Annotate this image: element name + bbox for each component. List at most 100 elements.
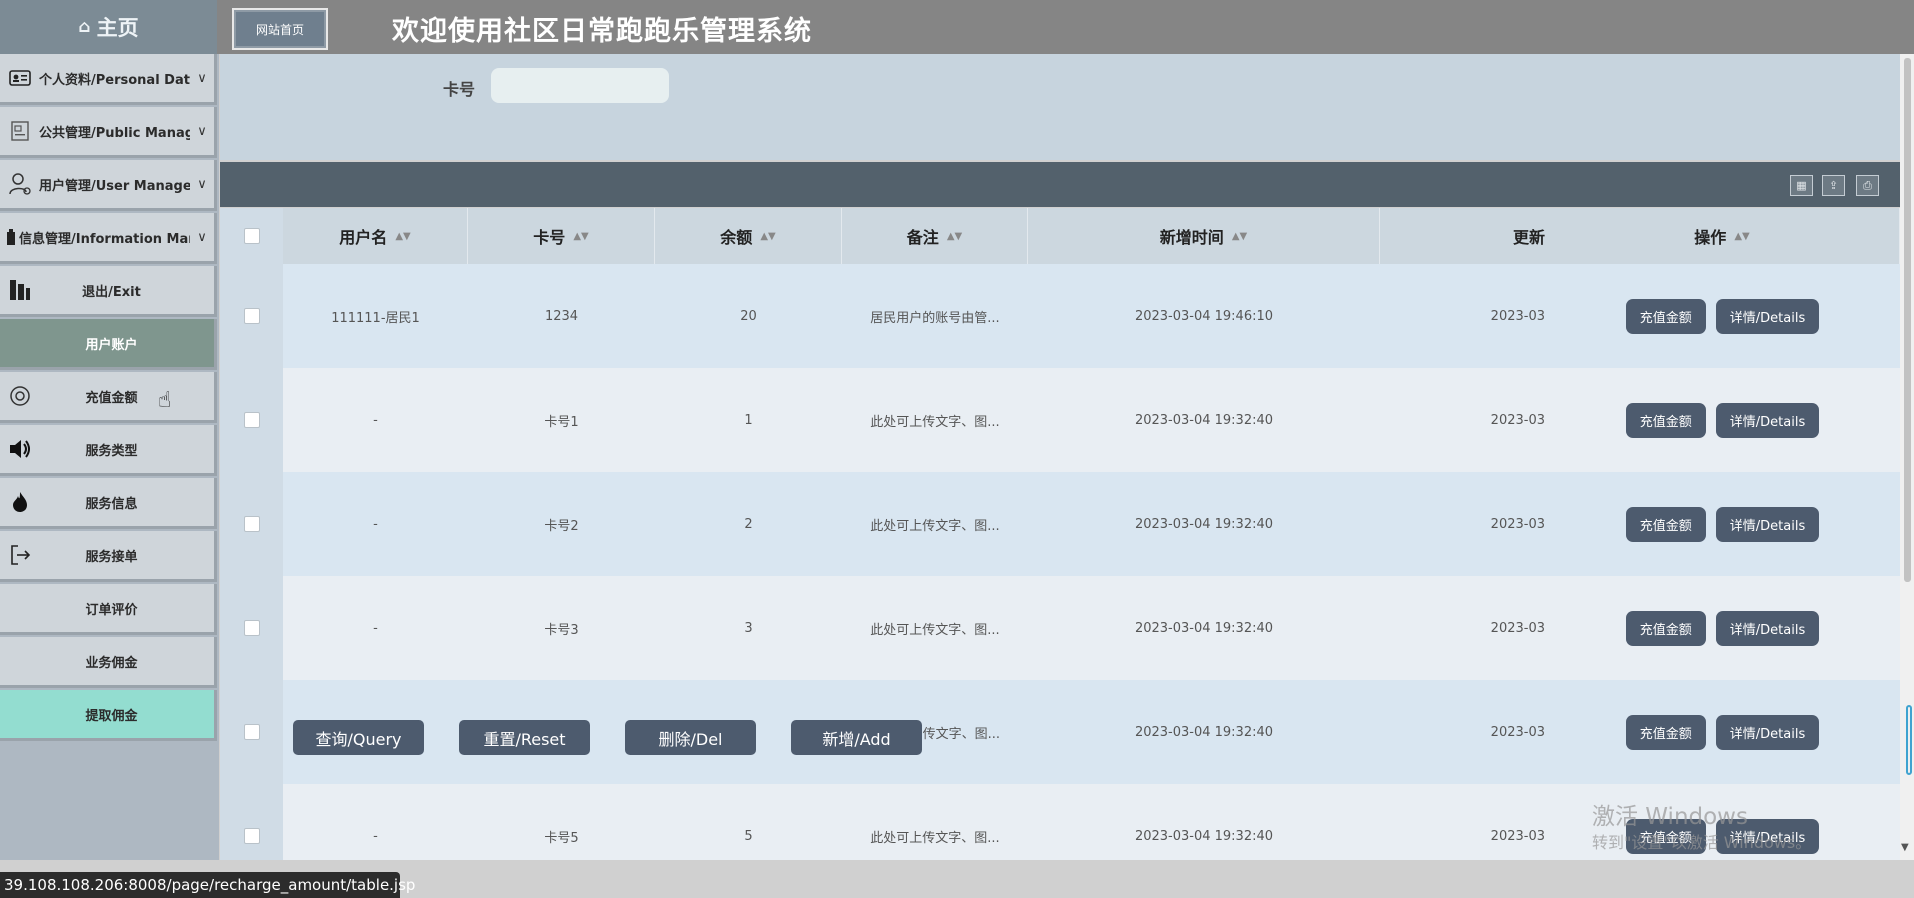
sidebar-group-information-manage[interactable]: 信息管理/Information Man... ∨: [0, 213, 217, 264]
sidebar-item-service-orders[interactable]: 服务接单: [0, 531, 217, 582]
recharge-button[interactable]: 充值金额: [1625, 298, 1706, 334]
sidebar-item-exit[interactable]: 退出/Exit: [0, 266, 217, 317]
sidebar-item-business-commission[interactable]: 业务佣金: [0, 637, 217, 688]
sidebar-item-service-info[interactable]: 服务信息: [0, 478, 217, 529]
data-table: 用户名 ▲▼ 卡号 ▲▼ 余额 ▲▼ 备注 ▲▼ 新增时间 ▲▼ 更新 操作 ▲▼ 1111…: [220, 208, 1900, 860]
cell-created-time: 2023-03-04 19:32:40: [1134, 828, 1274, 844]
table-row[interactable]: - 卡号2 2 此处可上传文字、图... 2023-03-04 19:32:40…: [220, 472, 1900, 576]
chevron-down-icon: ∨: [197, 229, 207, 245]
sidebar-item-label: 服务信息: [85, 496, 138, 512]
scrollbar-thumb[interactable]: [1904, 58, 1911, 582]
card-number-input[interactable]: [491, 68, 669, 103]
reset-button[interactable]: 重置/Reset: [459, 720, 590, 755]
sidebar-group-label: 个人资料/Personal Data: [39, 72, 190, 88]
cell-username: -: [373, 620, 378, 636]
cell-note: 此处可上传文字、图...: [870, 622, 1000, 638]
header-note[interactable]: 备注 ▲▼: [842, 208, 1028, 264]
table-row[interactable]: - 卡号1 1 此处可上传文字、图... 2023-03-04 19:32:40…: [220, 368, 1900, 472]
header-username[interactable]: 用户名 ▲▼: [283, 208, 468, 264]
sidebar-item-order-review[interactable]: 订单评价: [0, 584, 217, 635]
cell-created-time: 2023-03-04 19:32:40: [1134, 620, 1274, 636]
sidebar-item-withdraw-commission[interactable]: 提取佣金: [0, 690, 217, 741]
logout-icon: [7, 542, 33, 568]
header-created-time[interactable]: 新增时间 ▲▼: [1028, 208, 1380, 264]
cell-username: -: [373, 412, 378, 428]
header-updated-time[interactable]: 更新: [1380, 208, 1545, 264]
building-icon: [5, 224, 17, 250]
cell-balance: 5: [744, 828, 753, 844]
recharge-button[interactable]: 充值金额: [1625, 506, 1706, 542]
row-checkbox[interactable]: [243, 724, 260, 740]
scroll-down-icon[interactable]: ▼: [1901, 842, 1909, 853]
row-select-cell: [220, 472, 283, 576]
sidebar-item-service-type[interactable]: 服务类型: [0, 425, 217, 476]
export-icon[interactable]: ⇪: [1822, 175, 1845, 196]
recharge-button[interactable]: 充值金额: [1625, 402, 1706, 438]
cell-note: 此处可上传文字、图...: [870, 518, 1000, 534]
details-button[interactable]: 详情/Details: [1715, 298, 1820, 334]
table-row[interactable]: - 卡号3 3 此处可上传文字、图... 2023-03-04 19:32:40…: [220, 576, 1900, 680]
site-home-button[interactable]: 网站首页: [232, 8, 328, 50]
document-icon: [7, 118, 33, 144]
cell-username: 111111-居民1: [331, 310, 420, 326]
cell-note: 此处可上传文字、图...: [870, 414, 1000, 430]
cell-note: 此处可上传文字、图...: [870, 830, 1000, 846]
details-button[interactable]: 详情/Details: [1715, 610, 1820, 646]
recharge-button[interactable]: 充值金额: [1625, 610, 1706, 646]
row-checkbox[interactable]: [243, 828, 260, 844]
table-row[interactable]: 111111-居民1 1234 20 居民用户的账号由管... 2023-03-…: [220, 264, 1900, 368]
header-actions[interactable]: 操作 ▲▼: [1545, 208, 1900, 264]
header-balance[interactable]: 余额 ▲▼: [655, 208, 842, 264]
sidebar-group-personal-data[interactable]: 个人资料/Personal Data ∨: [0, 54, 217, 105]
windows-watermark-subtitle: 转到"设置"以激活 Windows。: [1592, 833, 1812, 852]
cell-actions: 充值金额 详情/Details: [1545, 680, 1900, 784]
search-panel: [220, 54, 1900, 160]
cell-balance: 2: [744, 516, 753, 532]
status-url-bar: 39.108.108.206:8008/page/recharge_amount…: [0, 872, 415, 898]
sidebar-item-label: 业务佣金: [85, 655, 138, 671]
scroll-side-indicator: [1906, 705, 1912, 775]
ring-icon: [7, 383, 33, 409]
sidebar-group-public-manage[interactable]: 公共管理/Public Manage ∨: [0, 107, 217, 158]
row-select-cell: [220, 368, 283, 472]
cell-card-number: 卡号2: [544, 518, 579, 534]
sort-icon: ▲▼: [395, 230, 411, 242]
row-select-cell: [220, 576, 283, 680]
sort-icon: ▲▼: [1734, 230, 1750, 242]
sort-icon: ▲▼: [573, 230, 589, 242]
cell-card-number: 1234: [544, 308, 579, 324]
recharge-button[interactable]: 充值金额: [1625, 714, 1706, 750]
delete-button[interactable]: 删除/Del: [625, 720, 756, 755]
details-button[interactable]: 详情/Details: [1715, 506, 1820, 542]
pointer-hand-icon: ☝: [158, 388, 172, 413]
chevron-down-icon: ∨: [197, 70, 207, 86]
row-checkbox[interactable]: [243, 620, 260, 636]
query-button[interactable]: 查询/Query: [293, 720, 424, 755]
row-checkbox[interactable]: [243, 516, 260, 532]
row-checkbox[interactable]: [243, 308, 260, 324]
sort-icon: ▲▼: [1231, 230, 1248, 242]
columns-icon[interactable]: ▦: [1790, 175, 1813, 196]
cell-balance: 20: [740, 308, 757, 324]
sidebar-item-user-account[interactable]: 用户账户: [0, 319, 217, 370]
card-number-label: 卡号: [443, 80, 476, 99]
add-button[interactable]: 新增/Add: [791, 720, 922, 755]
details-button[interactable]: 详情/Details: [1715, 402, 1820, 438]
cell-note: 居民用户的账号由管...: [870, 310, 1000, 326]
sidebar-item-recharge-amount[interactable]: 充值金额: [0, 372, 217, 423]
print-icon[interactable]: ⎙: [1856, 175, 1879, 196]
chevron-down-icon: ∨: [197, 123, 207, 139]
cell-created-time: 2023-03-04 19:32:40: [1134, 516, 1274, 532]
row-checkbox[interactable]: [243, 412, 260, 428]
cell-balance: 3: [744, 620, 753, 636]
table-toolbar: [220, 162, 1900, 207]
sidebar-item-label: 服务类型: [85, 443, 138, 459]
details-button[interactable]: 详情/Details: [1715, 714, 1820, 750]
home-link[interactable]: ⌂ 主页: [0, 0, 217, 54]
header-card-number[interactable]: 卡号 ▲▼: [468, 208, 655, 264]
row-select-cell: [220, 784, 283, 860]
sidebar-item-label: 服务接单: [85, 549, 138, 565]
select-all-checkbox[interactable]: [243, 228, 260, 244]
cell-username: -: [373, 516, 378, 532]
sidebar-group-user-manage[interactable]: 用户管理/User Manage ∨: [0, 160, 217, 211]
